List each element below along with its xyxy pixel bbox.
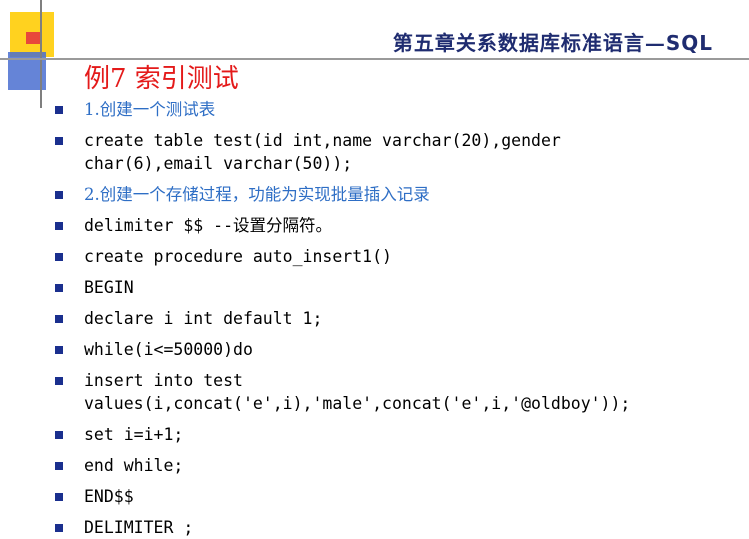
square-bullet-icon (55, 315, 63, 323)
list-item-text: while(i<=50000)do (84, 340, 253, 359)
square-bullet-icon (55, 493, 63, 501)
square-bullet-icon (55, 431, 63, 439)
list-item: 1.创建一个测试表 (54, 98, 734, 121)
square-bullet-icon (55, 222, 63, 230)
chapter-header: 第五章关系数据库标准语言—SQL (393, 27, 713, 56)
list-item-text: set i=i+1; (84, 425, 184, 444)
list-item-text: create procedure auto_insert1() (84, 247, 392, 266)
list-item: insert into test values(i,concat('e',i),… (54, 369, 734, 415)
list-item: BEGIN (54, 276, 734, 299)
square-bullet-icon (55, 284, 63, 292)
list-item-text: declare i int default 1; (84, 309, 323, 328)
square-bullet-icon (55, 137, 63, 145)
list-item-text: char(6),email varchar(50)); (84, 154, 353, 173)
slide-title: 例7 索引测试 (84, 64, 239, 94)
square-bullet-icon (55, 253, 63, 261)
square-bullet-icon (55, 106, 63, 114)
list-item-text: end while; (84, 456, 184, 475)
list-item-text: BEGIN (84, 278, 134, 297)
list-item: END$$ (54, 485, 734, 508)
decor-vertical-line (40, 0, 42, 108)
bullet-list: 1.创建一个测试表 create table test(id int,name … (54, 98, 734, 539)
list-item-text: create table test(id int,name varchar(20… (84, 131, 561, 150)
chapter-header-sql: SQL (665, 31, 713, 55)
list-item: DELIMITER ; (54, 516, 734, 539)
square-bullet-icon (55, 462, 63, 470)
list-item: set i=i+1; (54, 423, 734, 446)
list-item: delimiter $$ --设置分隔符。 (54, 214, 734, 237)
square-bullet-icon (55, 191, 63, 199)
square-bullet-icon (55, 377, 63, 385)
list-item: create procedure auto_insert1() (54, 245, 734, 268)
list-item-text: values(i,concat('e',i),'male',concat('e'… (84, 394, 631, 413)
list-item-text: insert into test (84, 371, 243, 390)
square-bullet-icon (55, 524, 63, 532)
list-item-text: END$$ (84, 487, 134, 506)
list-item-text: DELIMITER ; (84, 518, 194, 537)
list-item: create table test(id int,name varchar(20… (54, 129, 734, 175)
list-item: declare i int default 1; (54, 307, 734, 330)
list-item-text: delimiter $$ --设置分隔符。 (84, 216, 333, 235)
list-item: while(i<=50000)do (54, 338, 734, 361)
list-item-text: 1.创建一个测试表 (84, 100, 216, 119)
chapter-header-main: 第五章关系数据库标准语言— (392, 31, 666, 55)
square-bullet-icon (55, 346, 63, 354)
list-item-text: 2.创建一个存储过程，功能为实现批量插入记录 (84, 185, 430, 204)
list-item: 2.创建一个存储过程，功能为实现批量插入记录 (54, 183, 734, 206)
list-item: end while; (54, 454, 734, 477)
